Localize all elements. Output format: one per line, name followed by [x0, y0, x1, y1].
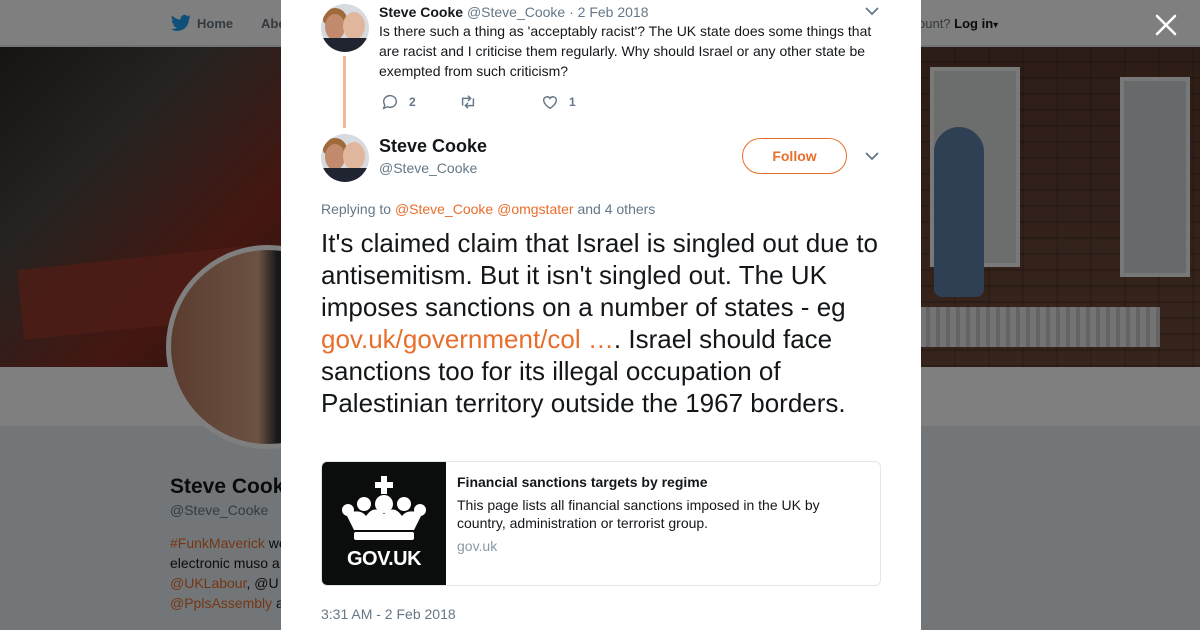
tweet-url-text[interactable]: gov.uk/government/col — [321, 324, 581, 354]
retweet-icon — [461, 95, 475, 109]
tweet-url-link[interactable]: gov.uk/government/col … — [321, 324, 614, 354]
card-title: Financial sanctions targets by regime — [457, 474, 708, 490]
card-domain: gov.uk — [457, 538, 498, 554]
parent-tweet-date[interactable]: 2 Feb 2018 — [578, 4, 649, 20]
main-tweet-avatar[interactable] — [321, 134, 369, 182]
replying-mention-link[interactable]: @omgstater — [497, 201, 573, 217]
replying-to-line: Replying to @Steve_Cooke @omgstater and … — [321, 201, 655, 217]
link-preview-card[interactable]: GOV.UK Financial sanctions targets by re… — [321, 461, 881, 586]
parent-separator: · — [565, 4, 578, 20]
heart-icon — [542, 96, 558, 110]
close-icon[interactable] — [1153, 12, 1179, 38]
card-thumbnail: GOV.UK — [322, 462, 446, 585]
tweet-url-ellipsis[interactable]: … — [588, 324, 614, 354]
reply-button[interactable]: 2 — [381, 92, 416, 112]
retweet-button[interactable] — [459, 92, 487, 112]
thread-connector-line — [343, 56, 346, 128]
tweet-permalink-modal: Steve Cooke @Steve_Cooke · 2 Feb 2018 Is… — [281, 0, 921, 630]
chevron-down-icon[interactable] — [865, 6, 879, 16]
tweet-timestamp[interactable]: 3:31 AM - 2 Feb 2018 — [321, 606, 456, 622]
card-description: This page lists all financial sanctions … — [457, 497, 820, 531]
parent-tweet-text: Is there such a thing as 'acceptably rac… — [379, 23, 872, 79]
parent-tweet-header: Steve Cooke @Steve_Cooke · 2 Feb 2018 — [379, 4, 649, 20]
like-count: 1 — [569, 95, 576, 109]
reply-icon — [382, 94, 397, 110]
parent-author-handle[interactable]: @Steve_Cooke — [467, 4, 565, 20]
main-author-name[interactable]: Steve Cooke — [379, 136, 487, 157]
replying-prefix: Replying to — [321, 201, 395, 217]
crown-icon — [342, 476, 426, 540]
parent-author-name[interactable]: Steve Cooke — [379, 4, 463, 20]
tweet-text-part: It's claimed claim that Israel is single… — [321, 228, 879, 322]
like-button[interactable]: 1 — [541, 92, 576, 112]
replying-mention-link[interactable]: @Steve_Cooke — [395, 201, 493, 217]
follow-button[interactable]: Follow — [742, 138, 847, 174]
replying-others[interactable]: and 4 others — [574, 201, 655, 217]
govuk-logo-text: GOV.UK — [346, 548, 422, 570]
reply-count: 2 — [409, 95, 416, 109]
parent-tweet-avatar[interactable] — [321, 4, 369, 52]
main-author-handle[interactable]: @Steve_Cooke — [379, 160, 477, 176]
chevron-down-icon[interactable] — [865, 151, 879, 161]
main-tweet-text: It's claimed claim that Israel is single… — [321, 227, 891, 419]
